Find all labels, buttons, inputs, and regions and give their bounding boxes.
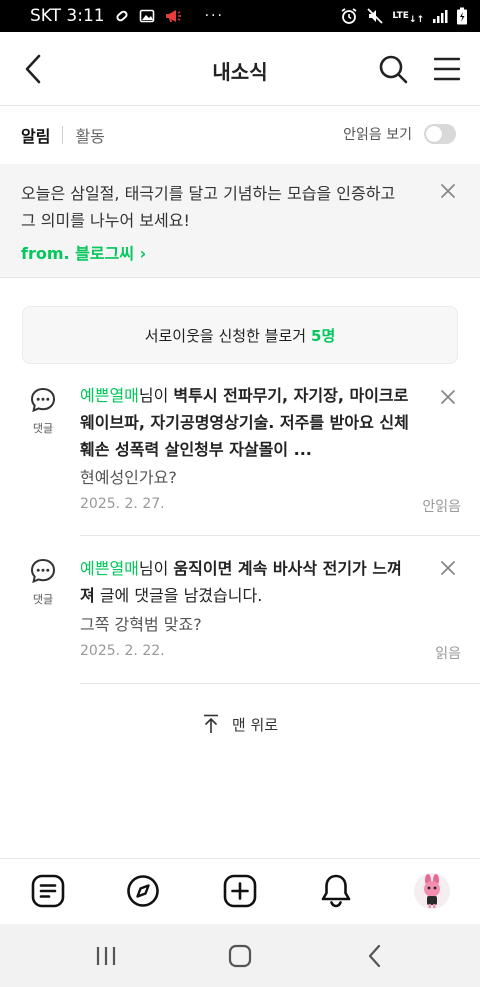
neighbor-request-text: 서로이웃을 신청한 블로거	[144, 326, 307, 345]
list-divider	[80, 535, 480, 536]
hamburger-menu-icon	[434, 57, 460, 81]
toggle-knob	[426, 126, 442, 142]
back-button[interactable]	[18, 52, 48, 86]
read-status: 안읽음	[422, 499, 461, 515]
search-button[interactable]	[376, 52, 410, 86]
app-header: 내소식	[0, 32, 480, 106]
comment-text: 그쪽 강혁범 맞죠?	[80, 615, 202, 634]
menu-button[interactable]	[432, 52, 462, 86]
more-notifications: ···	[204, 8, 224, 24]
notification-close-button[interactable]	[437, 386, 459, 408]
comment-type-label: 댓글	[32, 422, 54, 435]
tab-alarm[interactable]: 알림	[21, 123, 50, 147]
bottom-tab-bar	[0, 858, 480, 924]
neighbor-request-count: 5명	[311, 326, 336, 345]
comment-icon	[28, 386, 58, 418]
signal-icon	[432, 8, 448, 24]
tab-row: 알림 활동 안읽음 보기	[0, 106, 480, 164]
notifications-tab[interactable]	[318, 873, 354, 909]
unread-filter-label: 안읽음 보기	[343, 127, 412, 143]
tab-divider	[62, 126, 64, 144]
notification-date: 2025. 2. 27.	[80, 496, 165, 512]
link-icon	[114, 8, 130, 24]
image-icon	[139, 8, 155, 24]
carrier-time: SKT 3:11	[30, 6, 105, 26]
comment-type-label: 댓글	[32, 593, 54, 606]
recent-apps-button[interactable]	[91, 942, 121, 970]
subject-particle: 님이	[138, 386, 174, 405]
tab-activity[interactable]: 활동	[75, 123, 104, 147]
user-name[interactable]: 예쁜열매	[80, 559, 139, 578]
notification-text: 예쁜열매님이 벽투시 전파무기, 자기장, 마이크로웨이브파, 자기공명영상기술…	[80, 382, 410, 463]
read-status: 읽음	[435, 646, 461, 662]
scroll-to-top-label: 맨 위로	[231, 715, 279, 734]
close-icon	[441, 184, 455, 198]
subject-particle: 님이	[138, 559, 174, 578]
profile-tab[interactable]	[414, 873, 450, 909]
home-icon	[228, 944, 252, 968]
scroll-to-top-button[interactable]: 맨 위로	[0, 710, 480, 738]
system-back-button[interactable]	[360, 942, 390, 970]
neighbor-request-box[interactable]: 서로이웃을 신청한 블로거 5명	[22, 306, 458, 364]
back-icon	[368, 944, 381, 968]
banner-close-button[interactable]	[437, 180, 459, 202]
megaphone-icon	[164, 8, 182, 24]
compass-icon	[127, 875, 159, 907]
unread-toggle-switch[interactable]	[424, 124, 456, 144]
user-name[interactable]: 예쁜열매	[80, 386, 139, 405]
discover-tab[interactable]	[125, 873, 161, 909]
bell-icon	[321, 874, 351, 908]
profile-avatar	[414, 873, 450, 909]
close-icon	[441, 390, 455, 404]
system-navigation-bar	[0, 924, 480, 987]
recent-apps-icon	[96, 947, 116, 965]
notification-text: 예쁜열매님이 움직이면 계속 바사삭 전기가 느껴져 글에 댓글을 남겼습니다.	[80, 555, 410, 609]
home-button[interactable]	[225, 942, 255, 970]
feed-tab[interactable]	[30, 873, 66, 909]
banner-message: 오늘은 삼일절, 태극기를 달고 기념하는 모습을 인증하고 그 의미를 나누어…	[21, 184, 396, 230]
search-icon	[379, 55, 408, 84]
notification-date: 2025. 2. 22.	[80, 643, 165, 659]
status-bar: SKT 3:11 ··· LTE ↓↑	[0, 0, 480, 32]
battery-icon	[456, 7, 468, 25]
close-icon	[441, 561, 455, 575]
unread-filter: 안읽음 보기	[343, 124, 456, 144]
list-divider	[80, 683, 480, 684]
feed-icon	[31, 874, 65, 908]
chevron-left-icon	[25, 54, 41, 84]
comment-text: 현예성인가요?	[80, 468, 177, 487]
banner-from-link[interactable]: from. 블로그씨 ›	[21, 240, 146, 264]
network-type: LTE ↓↑	[392, 10, 424, 25]
add-post-icon	[223, 874, 257, 908]
comment-icon	[28, 557, 58, 589]
notification-close-button[interactable]	[437, 557, 459, 579]
notification-suffix: 글에 댓글을 남겼습니다.	[94, 586, 263, 605]
blogc-banner: 오늘은 삼일절, 태극기를 달고 기념하는 모습을 인증하고 그 의미를 나누어…	[0, 164, 480, 278]
mute-icon	[366, 7, 384, 25]
write-tab[interactable]	[222, 873, 258, 909]
alarm-icon	[340, 7, 358, 25]
arrow-up-icon	[203, 714, 218, 733]
